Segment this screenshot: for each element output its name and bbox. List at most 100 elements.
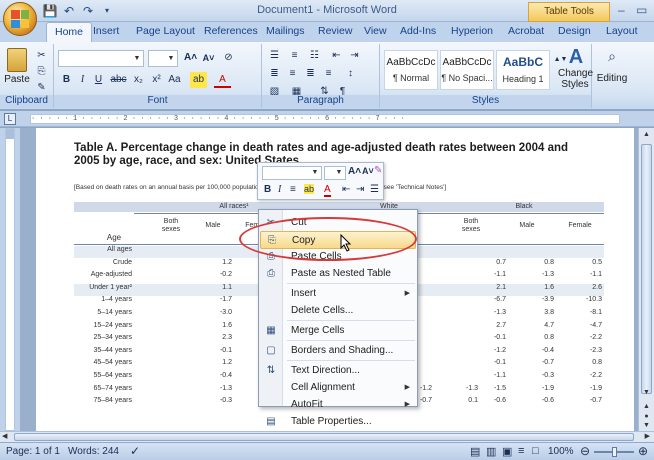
tab-references[interactable]: References [204, 25, 258, 37]
font-name-combo[interactable]: ▼ [58, 50, 144, 67]
proofing-icon[interactable]: ✓ [130, 444, 140, 458]
horizontal-scrollbar[interactable]: ◀ ▶ [0, 431, 654, 442]
outline-view-icon[interactable]: ≡ [518, 445, 524, 457]
bullets-icon[interactable]: ☰ [370, 184, 379, 195]
grow-font-icon[interactable]: A˄ [182, 50, 199, 66]
align-left-icon[interactable]: ≣ [266, 66, 283, 82]
shrink-font-icon[interactable]: A˅ [200, 50, 217, 66]
numbering-icon[interactable]: ≡ [286, 48, 303, 64]
office-button[interactable] [3, 2, 37, 36]
menu-item-autofit[interactable]: AutoFit ▶ [260, 396, 416, 414]
strikethrough-icon[interactable]: abc [110, 72, 127, 88]
decrease-indent-icon[interactable]: ⇤ [328, 48, 345, 64]
editing-button[interactable]: ⌕ Editing [594, 48, 630, 84]
italic-icon[interactable]: I [74, 72, 91, 88]
ruler-scale[interactable]: · · · · · 1 · · · · · 2 · · · · · 3 · · … [30, 114, 620, 124]
change-case-icon[interactable]: Aa [166, 72, 183, 88]
format-painter-icon[interactable]: ✎ [374, 165, 382, 176]
tab-page-layout[interactable]: Page Layout [136, 25, 195, 37]
underline-icon[interactable]: U [90, 72, 107, 88]
style-no-spacing[interactable]: AaBbCcDc ¶ No Spaci... [440, 50, 494, 90]
menu-item-paste-cells[interactable]: ⎙ Paste Cells [260, 248, 416, 266]
tab-add-ins[interactable]: Add-Ins [400, 25, 436, 37]
tab-review[interactable]: Review [318, 25, 352, 37]
highlight-icon[interactable]: ab [304, 184, 315, 194]
copy-icon[interactable]: ⎘ [33, 64, 50, 80]
menu-item-cut[interactable]: ✂ Cut [260, 214, 416, 232]
scroll-left-icon[interactable]: ◀ [2, 432, 7, 440]
decrease-indent-icon[interactable]: ⇤ [342, 184, 350, 195]
tab-home[interactable]: Home [46, 22, 93, 43]
scroll-thumb[interactable] [641, 144, 652, 394]
tab-acrobat[interactable]: Acrobat [508, 25, 544, 37]
tab-mailings[interactable]: Mailings [266, 25, 305, 37]
increase-indent-icon[interactable]: ⇥ [356, 184, 364, 195]
style-normal[interactable]: AaBbCcDc ¶ Normal [384, 50, 438, 90]
menu-item-merge-cells[interactable]: ▦ Merge Cells [260, 322, 416, 340]
minimize-icon[interactable]: – [618, 3, 625, 17]
next-page-icon[interactable]: ▼ [639, 422, 654, 431]
print-layout-view-icon[interactable]: ▤ [470, 445, 480, 458]
menu-separator [287, 320, 415, 321]
align-center-icon[interactable]: ≡ [284, 66, 301, 82]
cut-icon[interactable]: ✂ [33, 48, 50, 64]
font-color-icon[interactable]: A [214, 72, 231, 88]
zoom-level[interactable]: 100% [548, 446, 574, 457]
draft-view-icon[interactable]: □ [532, 445, 539, 457]
mini-size-combo[interactable]: ▼ [324, 166, 346, 180]
align-right-icon[interactable]: ≣ [302, 66, 319, 82]
menu-item-table-properties[interactable]: ▤ Table Properties... [260, 413, 416, 431]
format-painter-icon[interactable]: ✎ [33, 80, 50, 96]
menu-item-borders-and-shading[interactable]: ▢ Borders and Shading... [260, 342, 416, 360]
tab-design[interactable]: Design [558, 25, 591, 37]
full-screen-view-icon[interactable]: ▥ [486, 445, 496, 458]
tab-layout[interactable]: Layout [606, 25, 638, 37]
bullets-icon[interactable]: ☰ [266, 48, 283, 64]
tab-hyperion[interactable]: Hyperion [451, 25, 493, 37]
word-count[interactable]: Words: 244 [68, 446, 119, 457]
previous-page-icon[interactable]: ▲ [639, 403, 654, 413]
line-spacing-icon[interactable]: ↕ [342, 66, 359, 82]
browse-object-icon[interactable]: ● [639, 413, 654, 422]
web-layout-view-icon[interactable]: ▣ [502, 445, 512, 458]
zoom-slider[interactable] [594, 447, 634, 457]
tab-insert[interactable]: Insert [93, 25, 119, 37]
mini-font-combo[interactable]: ▼ [262, 166, 322, 180]
page-count[interactable]: Page: 1 of 1 [6, 446, 60, 457]
highlight-icon[interactable]: ab [190, 72, 207, 88]
paste-button[interactable]: Paste [4, 48, 30, 92]
font-size-combo[interactable]: ▼ [148, 50, 178, 67]
zoom-out-icon[interactable]: ⊖ [580, 444, 590, 458]
shrink-font-icon[interactable]: A˅ [362, 166, 374, 176]
menu-item-cell-alignment[interactable]: Cell Alignment ▶ [260, 379, 416, 397]
scroll-thumb-horizontal[interactable] [14, 433, 634, 441]
increase-indent-icon[interactable]: ⇥ [346, 48, 363, 64]
zoom-slider-thumb[interactable] [612, 447, 617, 457]
grow-font-icon[interactable]: A˄ [348, 166, 361, 177]
superscript-icon[interactable]: x² [148, 72, 165, 88]
vertical-scrollbar[interactable]: ▲ ▼ ▲ ● ▼ [638, 128, 654, 431]
scroll-down-icon[interactable]: ▼ [639, 389, 654, 401]
vertical-ruler-scale[interactable] [5, 128, 15, 431]
justify-icon[interactable]: ≡ [320, 66, 337, 82]
align-center-icon[interactable]: ≡ [290, 184, 296, 195]
bold-icon[interactable]: B [264, 184, 271, 195]
zoom-in-icon[interactable]: ⊕ [638, 444, 648, 458]
menu-item-delete-cells[interactable]: Delete Cells... [260, 302, 416, 320]
change-styles-button[interactable]: A Change Styles [540, 46, 593, 90]
menu-item-copy[interactable]: ⎘ Copy [260, 231, 416, 249]
menu-item-text-direction[interactable]: ⇅ Text Direction... [260, 362, 416, 380]
clear-formatting-icon[interactable]: ⊘ [220, 50, 237, 66]
tab-view[interactable]: View [364, 25, 387, 37]
italic-icon[interactable]: I [278, 184, 281, 195]
menu-item-insert[interactable]: Insert ▶ [260, 285, 416, 303]
maximize-icon[interactable]: ▭ [636, 3, 647, 17]
scroll-up-icon[interactable]: ▲ [639, 128, 654, 142]
subscript-icon[interactable]: x₂ [130, 72, 147, 88]
multilevel-list-icon[interactable]: ☷ [306, 48, 323, 64]
menu-item-paste-as-nested-table[interactable]: ⎙ Paste as Nested Table [260, 265, 416, 283]
scroll-right-icon[interactable]: ▶ [645, 432, 650, 440]
tab-selector-icon[interactable]: L [4, 113, 16, 125]
bold-icon[interactable]: B [58, 72, 75, 88]
font-color-icon[interactable]: A [324, 184, 331, 197]
